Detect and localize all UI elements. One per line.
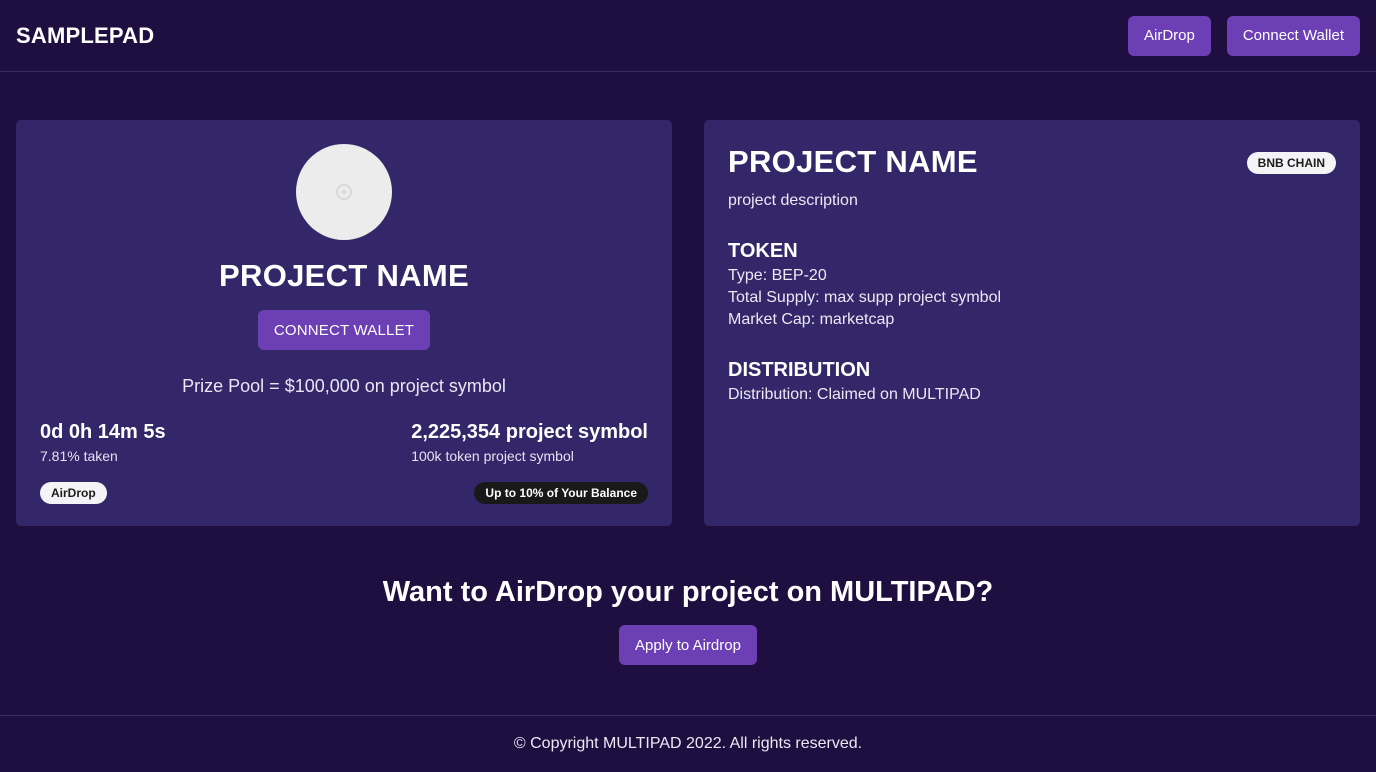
- balance-limit-badge: Up to 10% of Your Balance: [474, 482, 648, 504]
- copyright-text: © Copyright MULTIPAD 2022. All rights re…: [513, 735, 863, 752]
- taken-percent: 7.81% taken: [40, 448, 118, 464]
- token-amount: 2,225,354 project symbol: [411, 421, 648, 443]
- stats-row: 0d 0h 14m 5s 7.81% taken 2,225,354 proje…: [16, 421, 672, 464]
- project-details-card: PROJECT NAME BNB CHAIN project descripti…: [704, 120, 1360, 526]
- distribution-heading: DISTRIBUTION: [728, 359, 871, 381]
- image-placeholder-icon: [336, 184, 352, 200]
- countdown-timer: 0d 0h 14m 5s: [40, 421, 166, 443]
- project-description: project description: [728, 192, 858, 209]
- details-header: PROJECT NAME BNB CHAIN: [728, 144, 1336, 180]
- footer: © Copyright MULTIPAD 2022. All rights re…: [0, 715, 1376, 772]
- token-amount-sub: 100k token project symbol: [411, 448, 574, 464]
- project-sale-card: PROJECT NAME CONNECT WALLET Prize Pool =…: [16, 120, 672, 526]
- airdrop-type-badge: AirDrop: [40, 482, 107, 504]
- badge-row: AirDrop Up to 10% of Your Balance: [16, 482, 672, 504]
- countdown-block: 0d 0h 14m 5s 7.81% taken: [40, 421, 166, 464]
- cta-title: Want to AirDrop your project on MULTIPAD…: [382, 576, 994, 608]
- amount-block: 2,225,354 project symbol 100k token proj…: [411, 421, 648, 464]
- top-header: SAMPLEPAD AirDrop Connect Wallet: [0, 0, 1376, 72]
- connect-wallet-header-button[interactable]: Connect Wallet: [1226, 15, 1360, 56]
- token-type: Type: BEP-20: [728, 267, 827, 284]
- apply-to-airdrop-button[interactable]: Apply to Airdrop: [619, 625, 757, 665]
- connect-wallet-card-button[interactable]: CONNECT WALLET: [257, 310, 431, 350]
- header-actions: AirDrop Connect Wallet: [1127, 15, 1360, 56]
- project-avatar: [296, 144, 392, 240]
- brand-logo[interactable]: SAMPLEPAD: [16, 23, 154, 49]
- prize-pool-text: Prize Pool = $100,000 on project symbol: [182, 376, 506, 396]
- main-content: PROJECT NAME CONNECT WALLET Prize Pool =…: [0, 72, 1376, 526]
- project-title: PROJECT NAME: [219, 258, 469, 293]
- token-heading: TOKEN: [728, 240, 798, 262]
- apply-cta-section: Want to AirDrop your project on MULTIPAD…: [0, 576, 1376, 665]
- total-supply: Total Supply: max supp project symbol: [728, 289, 1002, 306]
- distribution-text: Distribution: Claimed on MULTIPAD: [728, 386, 981, 403]
- details-title: PROJECT NAME: [728, 144, 978, 179]
- market-cap: Market Cap: marketcap: [728, 311, 895, 328]
- airdrop-nav-button[interactable]: AirDrop: [1127, 15, 1211, 56]
- chain-badge: BNB CHAIN: [1246, 152, 1336, 174]
